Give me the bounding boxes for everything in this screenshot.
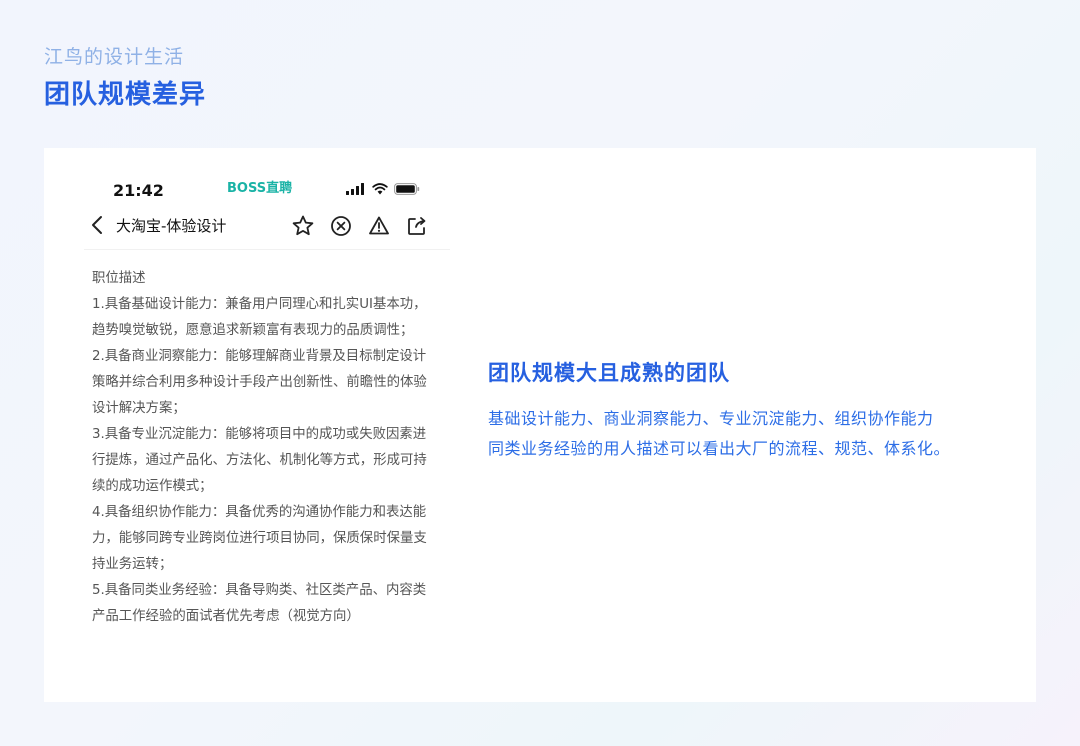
status-bar: 21:42 BOSS直聘 [84,174,450,204]
nav-title: 大淘宝-体验设计 [116,217,227,235]
battery-icon [394,183,420,195]
cellular-signal-icon [346,183,364,195]
close-circle-icon [331,216,351,236]
nav-bar: 大淘宝-体验设计 [84,204,450,250]
summary-title: 团队规模大且成熟的团队 [488,361,730,385]
job-description-heading: 职位描述 [92,271,146,286]
system-icons [346,183,420,195]
list-item: 1.具备基础设计能力：兼备用户同理心和扎实UI基本功，趋势嗅觉敏锐，愿意追求新颖… [92,297,427,338]
status-time: 21:42 [113,181,164,200]
back-arrow-icon[interactable] [90,215,106,235]
page-header: 江鸟的设计生活 团队规模差异 [44,44,206,112]
list-item: 5.具备同类业务经验：具备导购类、社区类产品、内容类产品工作经验的面试者优先考虑… [92,583,427,624]
content-card: 21:42 BOSS直聘 大淘宝-体验设计 职位描述 1.具备基础设计能力：兼备… [44,148,1036,702]
summary-block: 团队规模大且成熟的团队 基础设计能力、商业洞察能力、专业沉淀能力、组织协作能力 … [488,358,950,464]
share-icon [408,217,426,235]
list-item: 2.具备商业洞察能力：能够理解商业背景及目标制定设计策略并综合利用多种设计手段产… [92,349,427,416]
phone-screenshot: 21:42 BOSS直聘 大淘宝-体验设计 [84,174,450,250]
page-title: 团队规模差异 [44,80,207,110]
report-button[interactable] [366,213,392,239]
wifi-icon [372,183,388,195]
share-button[interactable] [404,213,430,239]
job-description: 职位描述 1.具备基础设计能力：兼备用户同理心和扎实UI基本功，趋势嗅觉敏锐，愿… [92,266,432,630]
star-icon [292,215,314,236]
brand-logo: BOSS直聘 [227,181,293,196]
summary-line: 同类业务经验的用人描述可以看出大厂的流程、规范、体系化。 [488,439,951,458]
list-item: 4.具备组织协作能力：具备优秀的沟通协作能力和表达能力，能够同跨专业跨岗位进行项… [92,505,427,572]
nav-actions [290,213,430,239]
warning-icon [369,216,389,235]
summary-line: 基础设计能力、商业洞察能力、专业沉淀能力、组织协作能力 [488,409,934,428]
page-subtitle: 江鸟的设计生活 [44,46,185,68]
summary-text: 基础设计能力、商业洞察能力、专业沉淀能力、组织协作能力 同类业务经验的用人描述可… [488,404,950,464]
favorite-button[interactable] [290,213,316,239]
list-item: 3.具备专业沉淀能力：能够将项目中的成功或失败因素进行提炼，通过产品化、方法化、… [92,427,427,494]
dismiss-button[interactable] [328,213,354,239]
